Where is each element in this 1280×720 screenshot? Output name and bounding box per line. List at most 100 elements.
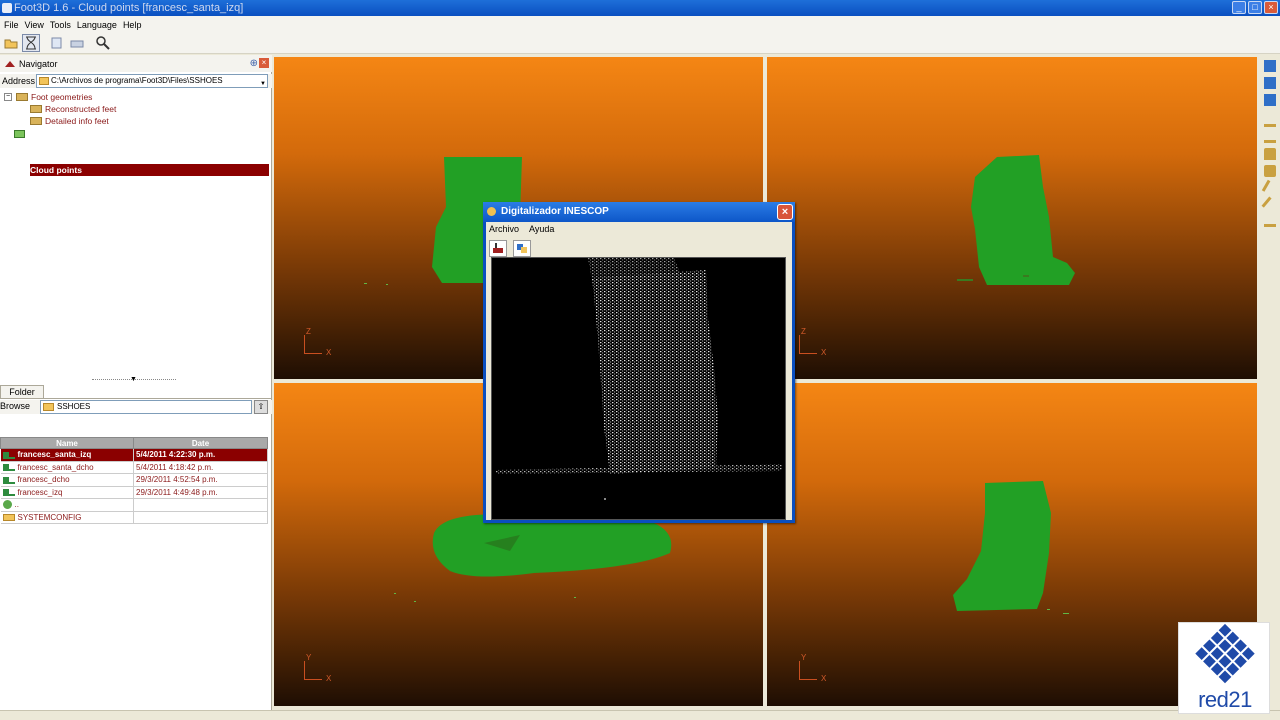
main-toolbar [0,33,1280,54]
view-split-icon[interactable] [1264,77,1276,89]
table-row[interactable]: francesc_izq 29/3/2011 4:49:48 p.m. [0,486,268,499]
table-row[interactable]: francesc_santa_izq 5/4/2011 4:22:30 p.m. [0,448,268,462]
minimize-button[interactable]: _ [1232,1,1246,14]
status-bar [0,710,1280,720]
tree-item-label: Foot geometries [31,92,93,102]
logo-diamond-icon [1195,623,1255,684]
close-window-button[interactable]: × [1264,1,1278,14]
axes-indicator: Y X [799,653,827,683]
right-toolbar [1259,55,1280,710]
menu-archivo[interactable]: Archivo [489,223,519,236]
navigator-title: Navigator [19,58,58,69]
table-row[interactable]: francesc_santa_dcho 5/4/2011 4:18:42 p.m… [0,461,268,474]
viewport-top-right[interactable]: Z X [767,57,1257,379]
menu-ayuda[interactable]: Ayuda [529,223,554,236]
collapse-icon[interactable]: − [4,93,12,101]
address-row: Address C:\Archivos de programa\Foot3D\F… [0,74,272,88]
dialog-app-icon [487,207,496,216]
address-value: C:\Archivos de programa\Foot3D\Files\SSH… [51,76,223,85]
file-name: SYSTEMCONFIG [17,512,82,522]
browse-combobox[interactable]: SSHOES [40,400,252,414]
dialog-title-bar[interactable]: Digitalizador INESCOP × [483,202,795,222]
logo-text: red21 [1198,687,1252,712]
scan-point-cloud [496,258,782,500]
zoom-icon[interactable] [94,34,112,52]
menu-tools[interactable]: Tools [49,20,76,30]
hourglass-icon[interactable] [22,34,40,52]
chevron-down-icon[interactable]: ▼ [260,78,266,90]
browse-value: SSHOES [57,402,91,411]
file-name: .. [14,500,19,510]
tree-item-cloud-points[interactable]: Cloud points [30,164,269,176]
print-icon[interactable] [68,34,86,52]
foot-front-icon[interactable] [1264,131,1276,143]
column-header-date[interactable]: Date [133,437,268,449]
left-panel: Navigator ⊕ × Address C:\Archivos de pro… [0,55,272,710]
foot-rear-icon[interactable] [1264,165,1276,177]
cloud-file-icon [2,464,15,472]
export-icon[interactable] [513,239,531,257]
view-quad-icon[interactable] [1264,94,1276,106]
folder-icon [30,105,42,113]
folder-icon [16,93,28,101]
axes-indicator: Z X [799,327,827,357]
parent-folder-icon [2,500,12,510]
file-date [133,498,268,512]
file-date: 29/3/2011 4:52:54 p.m. [133,473,268,487]
cloud-file-icon [2,451,15,459]
file-date [133,511,268,524]
tree-item-detailed-info-feet[interactable]: Detailed info feet [30,115,272,127]
dialog-menu-bar: Archivo Ayuda [486,223,792,236]
scan-preview-canvas[interactable] [491,257,786,520]
menu-view[interactable]: View [24,20,49,30]
dialog-title: Digitalizador INESCOP [501,206,609,217]
copy-icon[interactable] [48,34,66,52]
tree-item-foot-geometries[interactable]: − Foot geometries [2,91,272,103]
column-header-name[interactable]: Name [0,437,134,449]
table-row[interactable]: francesc_dcho 29/3/2011 4:52:54 p.m. [0,473,268,487]
folder-icon [43,403,54,411]
close-navigator-button[interactable]: × [259,58,269,68]
maximize-button[interactable]: □ [1248,1,1262,14]
close-dialog-button[interactable]: × [777,204,793,220]
table-row[interactable]: .. [0,498,268,512]
tools-icon[interactable] [1264,215,1276,227]
menu-help[interactable]: Help [122,20,147,30]
address-label: Address [2,76,36,86]
folder-icon [2,514,15,522]
file-table: Name Date francesc_santa_izq 5/4/2011 4:… [0,437,268,524]
file-date: 5/4/2011 4:18:42 p.m. [133,461,268,474]
browse-row: Browse SSHOES ⇧ [0,400,272,414]
folder-icon [14,130,25,138]
tab-folder[interactable]: Folder [0,385,44,399]
pencil-icon[interactable] [1261,196,1279,214]
foot-top-icon[interactable] [1264,148,1276,160]
view-single-icon[interactable] [1264,60,1276,72]
open-icon[interactable] [2,34,20,52]
folder-browse-icon[interactable]: ⇧ [254,400,268,414]
address-combobox[interactable]: C:\Archivos de programa\Foot3D\Files\SSH… [36,74,268,88]
measure-icon[interactable] [1261,179,1279,197]
foot-side-icon[interactable] [1264,115,1276,127]
tree-item-label: Cloud points [30,165,82,175]
axes-indicator: Z X [304,327,332,357]
cloud-file-icon [2,489,15,497]
file-date: 29/3/2011 4:49:48 p.m. [133,486,268,499]
table-row[interactable]: SYSTEMCONFIG [0,511,268,524]
menu-file[interactable]: File [3,20,24,30]
pin-icon[interactable]: ⊕ [250,58,258,69]
file-date: 5/4/2011 4:22:30 p.m. [133,448,268,462]
panel-splitter[interactable]: ▼ [92,376,176,383]
file-name: francesc_santa_dcho [17,462,94,472]
cloud-file-icon [2,476,15,484]
menu-bar: File View Tools Language Help [0,16,1280,33]
tree-item-reconstructed-feet[interactable]: Reconstructed feet [30,103,272,115]
app-icon [2,3,12,13]
red21-logo: red21 [1178,622,1270,714]
window-title-bar[interactable]: Foot3D 1.6 - Cloud points [francesc_sant… [0,0,1280,16]
scan-icon[interactable] [489,239,507,257]
foot-cloud-front-view [957,155,1075,285]
menu-language[interactable]: Language [76,20,122,30]
digitizer-dialog[interactable]: Digitalizador INESCOP × Archivo Ayuda [483,202,795,523]
file-name: francesc_dcho [17,475,70,485]
